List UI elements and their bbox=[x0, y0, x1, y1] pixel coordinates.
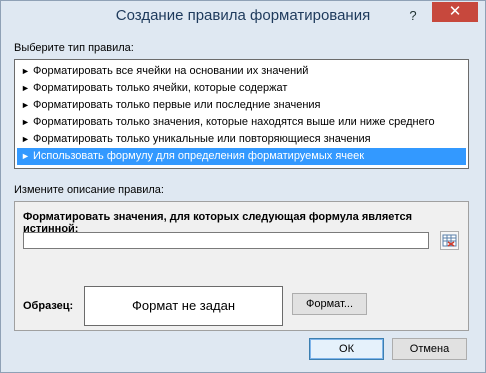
arrow-right-icon: ► bbox=[21, 83, 30, 93]
rule-type-item[interactable]: ► Форматировать только значения, которые … bbox=[17, 114, 466, 131]
arrow-right-icon: ► bbox=[21, 151, 30, 161]
rule-type-item-label: Форматировать только первые или последни… bbox=[33, 99, 321, 111]
rule-type-item[interactable]: ► Форматировать только ячейки, которые со… bbox=[17, 80, 466, 97]
rule-description-panel: Форматировать значения, для которых след… bbox=[14, 201, 469, 331]
rule-type-item[interactable]: ► Форматировать только уникальные или пов… bbox=[17, 131, 466, 148]
rule-type-item-label: Использовать формулу для определения фор… bbox=[33, 150, 365, 162]
range-select-button[interactable] bbox=[440, 231, 459, 250]
format-button[interactable]: Формат... bbox=[292, 293, 367, 315]
format-preview: Формат не задан bbox=[84, 286, 283, 326]
cancel-button[interactable]: Отмена bbox=[392, 338, 467, 360]
close-button[interactable]: ✕ bbox=[432, 2, 478, 22]
rule-type-item-label: Форматировать только значения, которые н… bbox=[33, 116, 435, 128]
arrow-right-icon: ► bbox=[21, 134, 30, 144]
arrow-right-icon: ► bbox=[21, 100, 30, 110]
preview-label: Образец: bbox=[23, 300, 74, 312]
description-label: Измените описание правила: bbox=[14, 184, 164, 196]
rule-type-item[interactable]: ► Форматировать все ячейки на основании и… bbox=[17, 63, 466, 80]
formula-input[interactable] bbox=[23, 232, 429, 249]
title-bar: Создание правила форматирования ? ✕ bbox=[1, 1, 485, 32]
rule-type-item[interactable]: ► Форматировать только первые или последн… bbox=[17, 97, 466, 114]
ok-button[interactable]: ОК bbox=[309, 338, 384, 360]
rule-type-label: Выберите тип правила: bbox=[14, 42, 134, 54]
rule-type-item-label: Форматировать только уникальные или повт… bbox=[33, 133, 371, 145]
range-select-icon bbox=[442, 234, 457, 247]
rule-type-item-selected[interactable]: ► Использовать формулу для определения фо… bbox=[17, 148, 466, 165]
rule-type-item-label: Форматировать все ячейки на основании их… bbox=[33, 65, 309, 77]
arrow-right-icon: ► bbox=[21, 117, 30, 127]
rule-type-item-label: Форматировать только ячейки, которые сод… bbox=[33, 82, 288, 94]
rule-type-list[interactable]: ► Форматировать все ячейки на основании и… bbox=[14, 59, 469, 169]
help-button[interactable]: ? bbox=[403, 7, 423, 25]
arrow-right-icon: ► bbox=[21, 66, 30, 76]
